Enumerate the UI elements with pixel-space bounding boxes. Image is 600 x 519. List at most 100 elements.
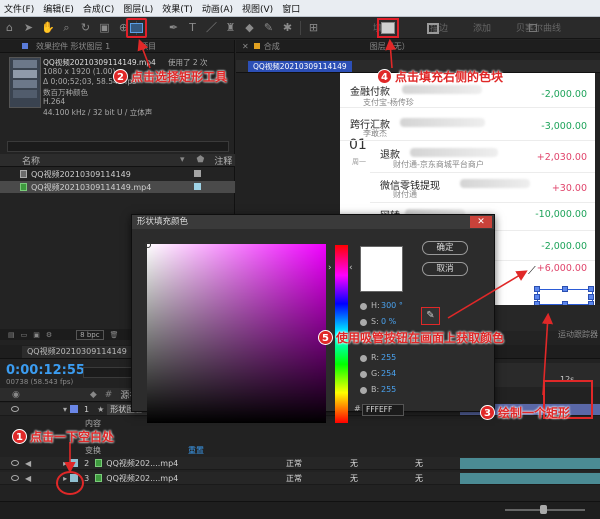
shape-handle[interactable]	[534, 286, 540, 292]
home-icon[interactable]: ⌂	[3, 21, 16, 34]
rectangle-tool-button[interactable]	[126, 18, 147, 38]
r-value[interactable]: 255	[381, 353, 396, 362]
new-comp-icon[interactable]: ▣	[33, 331, 40, 339]
h-radio[interactable]	[360, 303, 367, 310]
menu-view[interactable]: 视图(V)	[242, 2, 273, 15]
expand-icon[interactable]: ▾	[63, 405, 67, 414]
shape-handle[interactable]	[588, 286, 594, 292]
menu-layer[interactable]: 图层(L)	[123, 2, 153, 15]
new-folder-icon[interactable]: ▭	[21, 331, 28, 339]
puppet-tool-icon[interactable]: ✱	[281, 21, 294, 34]
col-name[interactable]: 名称	[22, 154, 40, 167]
h-value[interactable]: 300 °	[381, 301, 403, 310]
timeline-tab[interactable]: QQ视频20210309114149	[22, 346, 132, 358]
blue-value[interactable]: 255	[381, 385, 396, 394]
s-radio[interactable]	[360, 319, 367, 326]
hex-input[interactable]: FFFEFF	[362, 404, 404, 416]
layer-name[interactable]: QQ视频202....mp4	[106, 473, 178, 484]
drawn-rectangle-shape[interactable]	[534, 286, 594, 307]
hand-tool-icon[interactable]: ✋	[41, 21, 55, 34]
shape-handle[interactable]	[534, 294, 540, 300]
col-note[interactable]: 注释	[214, 154, 232, 167]
label-tag-icon: ▾	[180, 155, 185, 165]
hue-arrow-icon[interactable]: ›	[328, 263, 332, 273]
menu-effect[interactable]: 效果(T)	[162, 2, 193, 15]
project-item[interactable]: QQ视频20210309114149.mp4	[0, 181, 235, 193]
layer-name[interactable]: QQ视频202....mp4	[106, 458, 178, 469]
cancel-button[interactable]: 取消	[422, 262, 468, 276]
layer-bar[interactable]	[460, 472, 600, 484]
transform-group-label[interactable]: 变换	[85, 445, 101, 456]
expand-icon[interactable]: ▸	[63, 459, 67, 468]
layer-row[interactable]: ◀ ▸ 3 QQ视频202....mp4 正常 无 无	[0, 472, 600, 485]
audio-icon[interactable]: ◀	[25, 459, 31, 468]
blue-label: B:	[371, 385, 380, 394]
project-item[interactable]: QQ视频20210309114149	[0, 168, 235, 180]
shape-handle[interactable]	[588, 294, 594, 300]
current-timecode[interactable]: 0:00:12:55	[6, 363, 85, 378]
bezier-checkbox[interactable]	[529, 24, 537, 32]
audio-icon[interactable]: ◀	[25, 474, 31, 483]
layer-bar[interactable]	[460, 457, 600, 469]
hex-hash: #	[354, 404, 361, 413]
transaction-row: 微信零钱提现 财付通 +30.00	[370, 173, 595, 203]
eyedropper-icon[interactable]: ✎	[421, 307, 440, 325]
ok-button[interactable]: 确定	[422, 241, 468, 255]
clone-stamp-icon[interactable]: ♜	[224, 21, 237, 34]
blend-mode-select[interactable]: 正常	[286, 473, 302, 484]
close-icon[interactable]: ✕	[242, 42, 249, 51]
parent-select[interactable]: 无	[415, 458, 423, 469]
eraser-tool-icon[interactable]: ◆	[243, 21, 256, 34]
r-radio[interactable]	[360, 355, 367, 362]
reset-link[interactable]: 重置	[188, 445, 204, 456]
selection-tool-icon[interactable]: ➤	[22, 21, 35, 34]
tag-icon: ⬟	[196, 155, 205, 165]
motion-tracker-label[interactable]: 运动跟踪器	[558, 329, 598, 340]
rotate-tool-icon[interactable]: ↻	[79, 21, 92, 34]
type-tool-icon[interactable]: T	[186, 21, 199, 34]
visibility-icon[interactable]	[11, 460, 19, 466]
camera-tool-icon[interactable]: ▣	[98, 21, 111, 34]
settings-icon[interactable]: ⚙	[46, 331, 52, 339]
hue-arrow-icon[interactable]: ‹	[349, 263, 353, 273]
tab-composition[interactable]: 合成	[264, 41, 280, 52]
bpc-button[interactable]: 8 bpc	[76, 330, 104, 340]
menu-animation[interactable]: 动画(A)	[202, 2, 233, 15]
brush-tool-icon[interactable]: ／	[205, 21, 218, 34]
visibility-icon[interactable]	[11, 475, 19, 481]
menu-file[interactable]: 文件(F)	[4, 2, 34, 15]
stroke-color-swatch[interactable]	[427, 23, 439, 34]
comp-name-tab[interactable]: QQ视频20210309114149	[248, 61, 352, 72]
shape-handle[interactable]	[562, 286, 568, 292]
tab-effect-controls[interactable]: 效果控件 形状图层 1	[36, 41, 110, 52]
g-value[interactable]: 254	[381, 369, 396, 378]
fill-color-swatch[interactable]	[377, 18, 399, 38]
zoom-knob[interactable]	[540, 505, 547, 514]
blue-radio[interactable]	[360, 387, 367, 394]
visibility-icon[interactable]	[11, 406, 19, 412]
tab-project[interactable]: 项目	[140, 41, 156, 52]
saturation-brightness-field[interactable]	[147, 244, 326, 423]
menu-edit[interactable]: 编辑(E)	[43, 2, 74, 15]
roto-brush-icon[interactable]: ✎	[262, 21, 275, 34]
layer-row[interactable]: ◀ ▸ 2 QQ视频202....mp4 正常 无 无	[0, 457, 600, 470]
snap-icon[interactable]: ⊞	[307, 21, 320, 34]
blend-mode-select[interactable]: 正常	[286, 458, 302, 469]
interpret-footage-icon[interactable]: ▤	[8, 331, 15, 339]
g-radio[interactable]	[360, 371, 367, 378]
dialog-close-button[interactable]: ✕	[470, 216, 492, 228]
layer-label-color[interactable]	[70, 459, 79, 467]
color-picker-cursor[interactable]	[145, 242, 151, 248]
layer-label-color[interactable]	[70, 405, 79, 413]
s-value[interactable]: 0 %	[381, 317, 396, 326]
delete-icon[interactable]: 🗑	[110, 331, 119, 339]
track-matte-select[interactable]: 无	[350, 473, 358, 484]
menu-window[interactable]: 窗口	[282, 2, 300, 15]
pen-tool-icon[interactable]: ✒	[167, 21, 180, 34]
project-search-input[interactable]	[7, 141, 229, 152]
tab-layer[interactable]: 图层（无）	[370, 41, 410, 52]
menu-composition[interactable]: 合成(C)	[83, 2, 114, 15]
zoom-tool-icon[interactable]: ⌕	[60, 21, 73, 34]
parent-select[interactable]: 无	[415, 473, 423, 484]
track-matte-select[interactable]: 无	[350, 458, 358, 469]
